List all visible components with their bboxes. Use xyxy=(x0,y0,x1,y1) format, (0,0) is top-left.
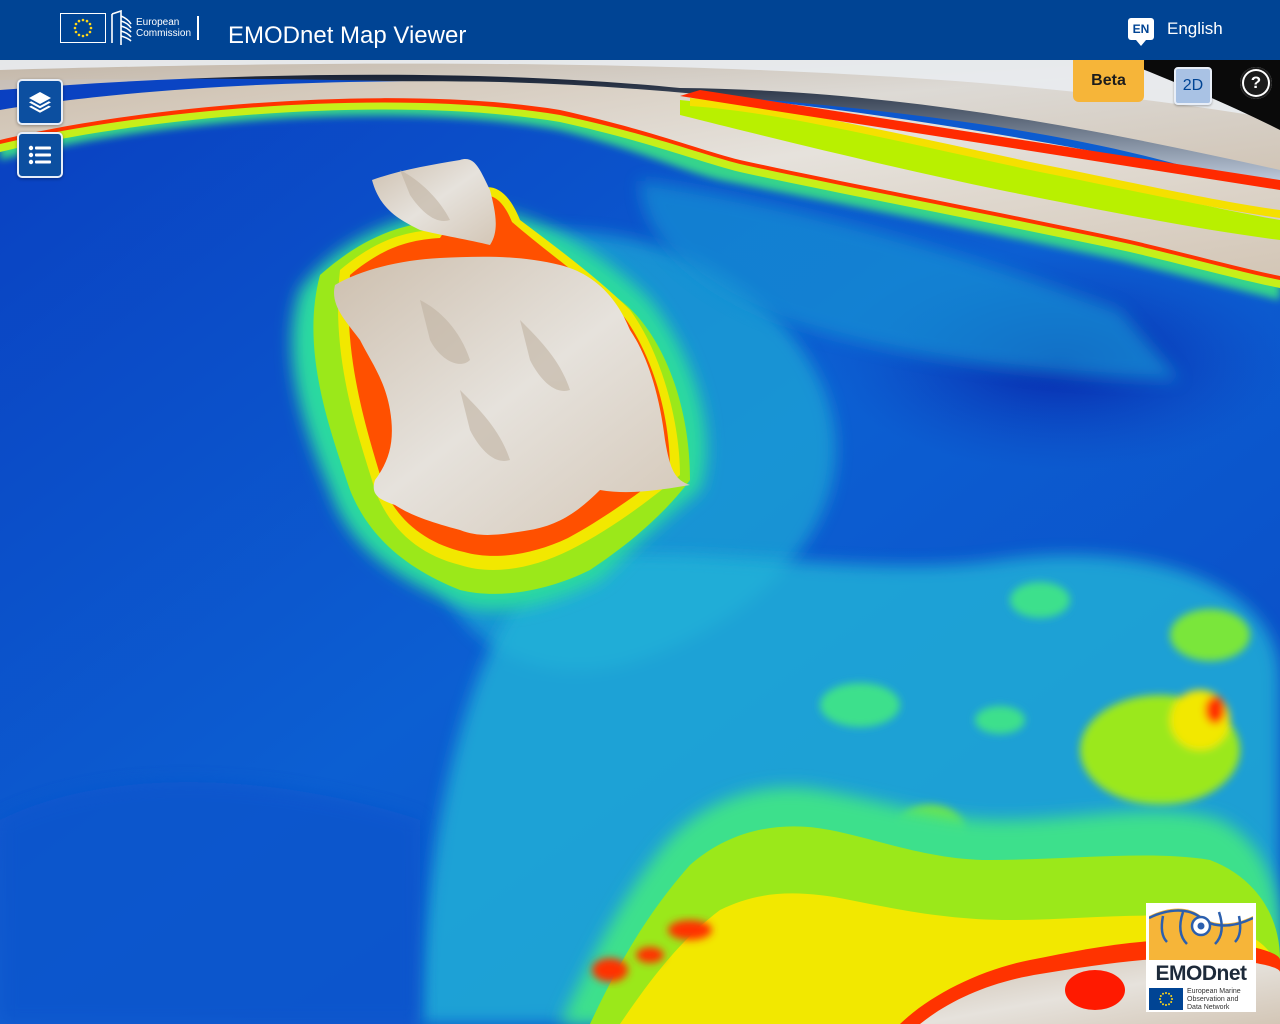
emodnet-wave-icon xyxy=(1149,906,1253,960)
top-header: European Commission EMODnet Map Viewer E… xyxy=(0,0,1280,60)
bathymetry-3d-map[interactable] xyxy=(0,60,1280,1024)
layers-icon xyxy=(29,92,51,113)
emodnet-subtitle-line2: Observation and xyxy=(1187,996,1239,1003)
emodnet-subtitle: European Marine Observation and Data Net… xyxy=(1149,988,1253,1012)
ec-logo-text: European Commission xyxy=(136,17,191,39)
list-icon xyxy=(28,145,51,165)
language-label: English xyxy=(1167,19,1223,38)
view-2d-button[interactable]: 2D xyxy=(1174,67,1212,105)
language-selector[interactable]: EN English xyxy=(1128,18,1223,46)
emodnet-logo[interactable]: EMODnet European Marine Observation and … xyxy=(1146,903,1256,1012)
beta-button[interactable]: Beta xyxy=(1073,60,1144,102)
eu-flag-icon xyxy=(60,13,106,43)
ec-logo-line1: European xyxy=(136,17,180,28)
european-commission-logo[interactable]: European Commission xyxy=(60,8,200,48)
help-icon: ? xyxy=(1244,71,1268,95)
map-viewer-app: European Commission EMODnet Map Viewer E… xyxy=(0,0,1280,1024)
emodnet-name: EMODnet xyxy=(1155,962,1248,985)
emodnet-subtitle-line3: Data Network xyxy=(1187,1004,1230,1011)
logo-divider xyxy=(197,16,200,40)
eu-flag-icon xyxy=(1149,988,1183,1010)
emodnet-subtitle-line1: European Marine xyxy=(1187,988,1241,995)
emodnet-subtitle-text: European Marine Observation and Data Net… xyxy=(1187,988,1241,1012)
ec-logo-line2: Commission xyxy=(136,28,192,39)
app-title: EMODnet Map Viewer xyxy=(228,22,467,49)
berlaymont-icon xyxy=(111,10,132,45)
help-button[interactable]: ? xyxy=(1240,67,1272,99)
layers-button[interactable] xyxy=(17,79,63,125)
language-code-badge: EN xyxy=(1128,18,1154,46)
legend-button[interactable] xyxy=(17,132,63,178)
